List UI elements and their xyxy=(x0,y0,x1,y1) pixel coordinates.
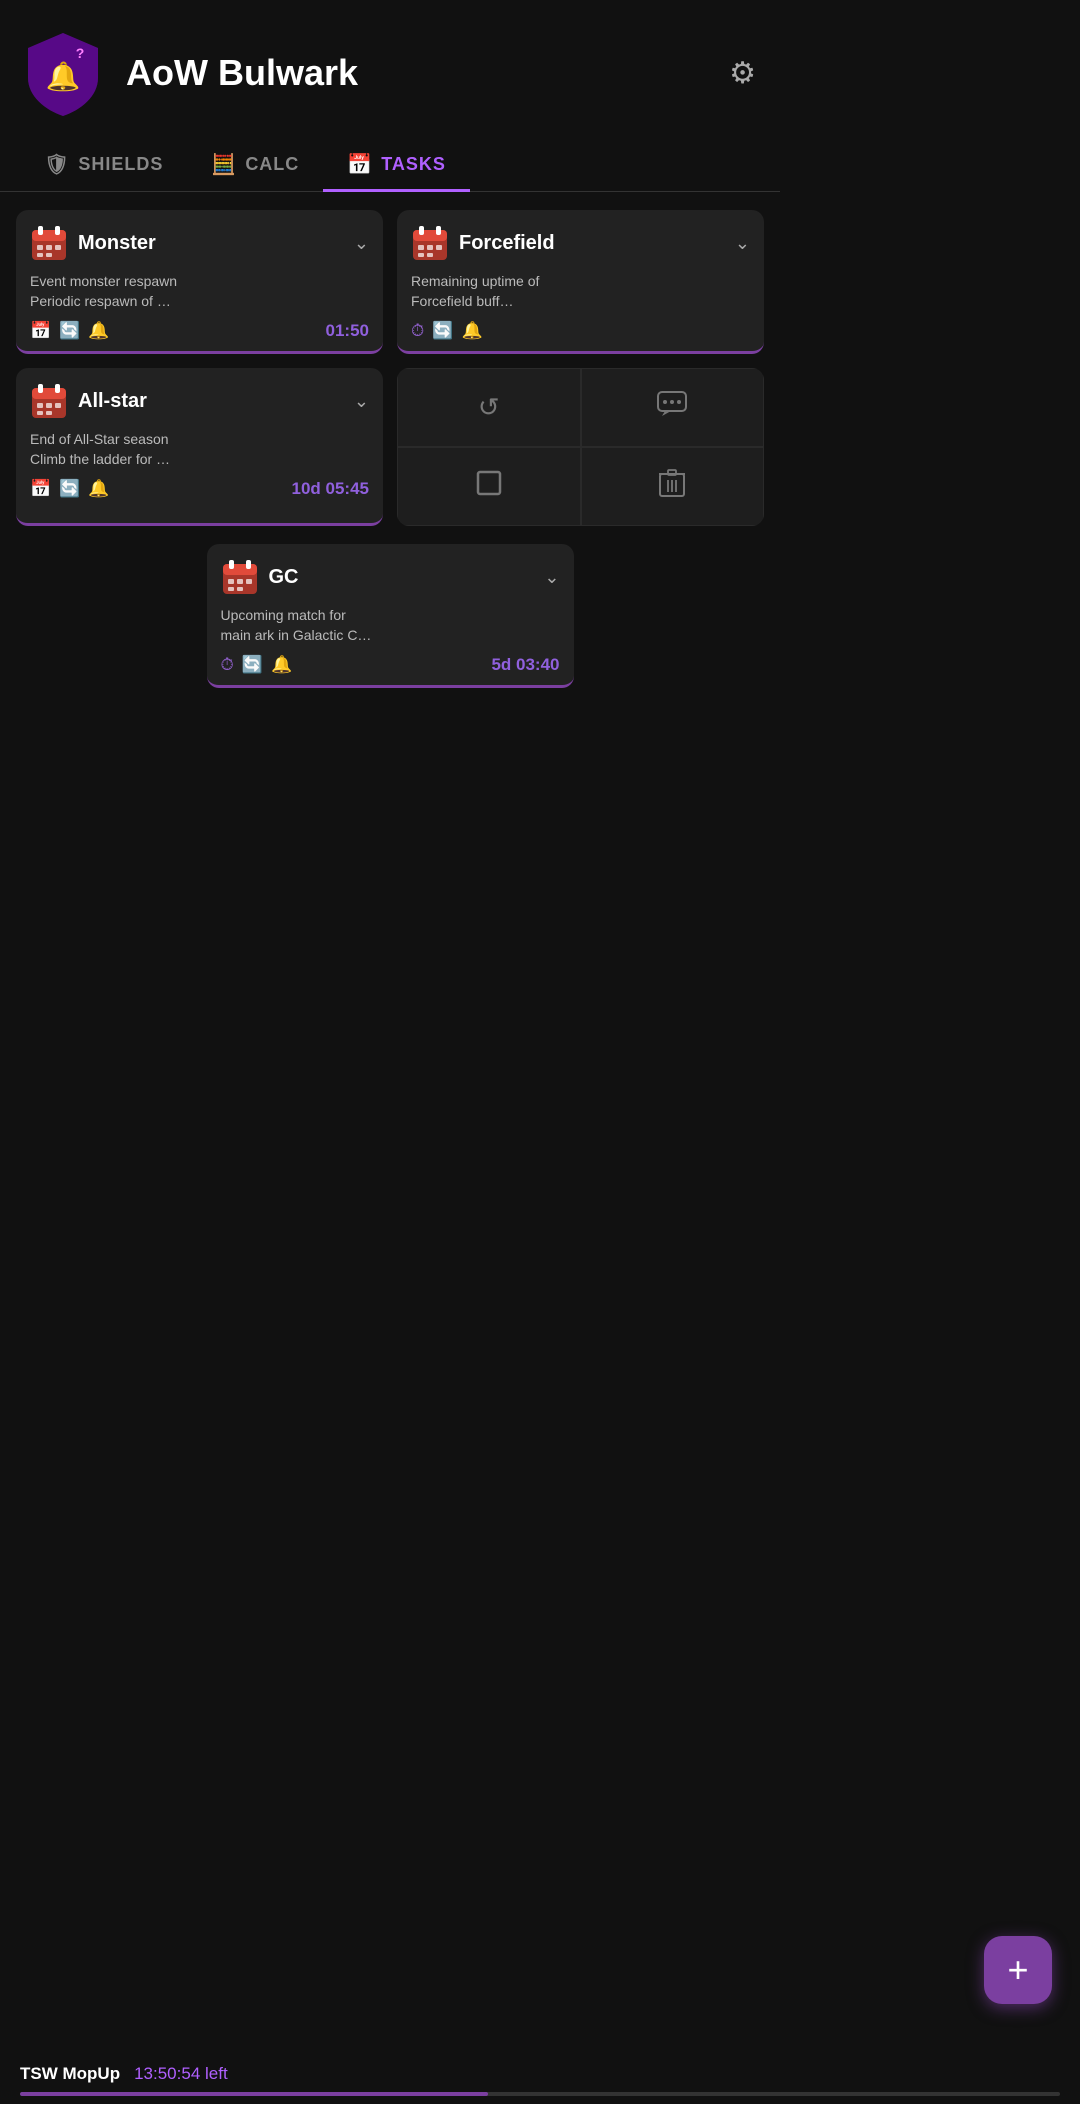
shields-tab-icon: 🛡 xyxy=(44,152,70,177)
gc-icons: ⏱ 🔄 🔔 xyxy=(221,655,293,675)
calc-tab-icon: 🧮 xyxy=(211,152,237,177)
task-grid: Monster ⌄ Event monster respawnPeriodic … xyxy=(0,192,780,544)
allstar-desc: End of All-Star seasonClimb the ladder f… xyxy=(30,430,369,469)
add-icon: + xyxy=(1007,1949,1028,1991)
status-progress-fill xyxy=(20,2092,488,2096)
repeat-icon: 🔄 xyxy=(432,321,453,341)
square-icon xyxy=(476,470,502,503)
gc-calendar-icon xyxy=(221,558,259,596)
calendar-icon: 📅 xyxy=(30,321,51,341)
repeat-icon: 🔄 xyxy=(59,321,80,341)
task-card-forcefield[interactable]: Forcefield ⌄ Remaining uptime ofForcefie… xyxy=(397,210,764,354)
app-logo: 🔔 ? xyxy=(18,28,108,118)
status-time-remaining: 13:50:54 left xyxy=(134,2064,228,2084)
gc-chevron: ⌄ xyxy=(544,567,559,588)
gc-row: GC ⌄ Upcoming match formain ark in Galac… xyxy=(0,544,780,706)
allstar-title: All-star xyxy=(78,390,344,413)
monster-time: 01:50 xyxy=(326,321,369,341)
calc-tab-label: CALC xyxy=(245,154,299,175)
comment-button[interactable] xyxy=(581,368,765,447)
tab-tasks[interactable]: 📅 TASKS xyxy=(323,138,470,191)
timer-icon: ⏱ xyxy=(411,321,424,341)
monster-desc: Event monster respawnPeriodic respawn of… xyxy=(30,272,369,311)
bell-icon: 🔔 xyxy=(88,479,109,499)
bell-icon: 🔔 xyxy=(461,321,482,341)
forcefield-desc: Remaining uptime ofForcefield buff… xyxy=(411,272,750,311)
status-progress-bar xyxy=(20,2092,1060,2096)
action-card: ↺ xyxy=(397,368,764,526)
shields-tab-label: SHIELDS xyxy=(78,154,163,175)
tab-shields[interactable]: 🛡 SHIELDS xyxy=(20,138,187,191)
tasks-tab-icon: 📅 xyxy=(347,152,373,177)
gc-title: GC xyxy=(269,566,535,589)
app-title: AoW Bulwark xyxy=(126,52,711,94)
monster-chevron: ⌄ xyxy=(354,233,369,254)
allstar-icons: 📅 🔄 🔔 xyxy=(30,479,110,499)
allstar-chevron: ⌄ xyxy=(354,391,369,412)
settings-icon[interactable]: ⚙ xyxy=(729,56,756,91)
reset-button[interactable]: ↺ xyxy=(397,368,581,447)
add-task-button[interactable]: + xyxy=(984,1936,1052,2004)
allstar-time: 10d 05:45 xyxy=(292,479,370,499)
forcefield-chevron: ⌄ xyxy=(735,233,750,254)
comment-icon xyxy=(657,391,687,424)
allstar-calendar-icon xyxy=(30,382,68,420)
task-card-allstar[interactable]: All-star ⌄ End of All-Star seasonClimb t… xyxy=(16,368,383,526)
bell-icon: 🔔 xyxy=(271,655,292,675)
repeat-icon: 🔄 xyxy=(59,479,80,499)
square-button[interactable] xyxy=(397,447,581,526)
gc-desc: Upcoming match formain ark in Galactic C… xyxy=(221,606,560,645)
tasks-tab-label: TASKS xyxy=(381,154,446,175)
gc-time: 5d 03:40 xyxy=(491,655,559,675)
task-card-gc[interactable]: GC ⌄ Upcoming match formain ark in Galac… xyxy=(207,544,574,688)
forcefield-title: Forcefield xyxy=(459,232,725,255)
status-event-name: TSW MopUp xyxy=(20,2064,120,2084)
svg-text:?: ? xyxy=(76,45,85,61)
app-header: 🔔 ? AoW Bulwark ⚙ xyxy=(0,0,780,138)
forcefield-calendar-icon xyxy=(411,224,449,262)
monster-icons: 📅 🔄 🔔 xyxy=(30,321,110,341)
calendar-icon: 📅 xyxy=(30,479,51,499)
tab-bar: 🛡 SHIELDS 🧮 CALC 📅 TASKS xyxy=(0,138,780,192)
forcefield-icons: ⏱ 🔄 🔔 xyxy=(411,321,483,341)
repeat-icon: 🔄 xyxy=(242,655,263,675)
timer-icon: ⏱ xyxy=(221,655,234,675)
trash-button[interactable] xyxy=(581,447,765,526)
task-card-monster[interactable]: Monster ⌄ Event monster respawnPeriodic … xyxy=(16,210,383,354)
monster-calendar-icon xyxy=(30,224,68,262)
trash-icon xyxy=(659,468,685,505)
tab-calc[interactable]: 🧮 CALC xyxy=(187,138,323,191)
bell-icon: 🔔 xyxy=(88,321,109,341)
svg-text:🔔: 🔔 xyxy=(46,61,81,93)
reset-icon: ↺ xyxy=(478,392,500,423)
status-bar: TSW MopUp 13:50:54 left xyxy=(0,2050,1080,2104)
monster-title: Monster xyxy=(78,232,344,255)
